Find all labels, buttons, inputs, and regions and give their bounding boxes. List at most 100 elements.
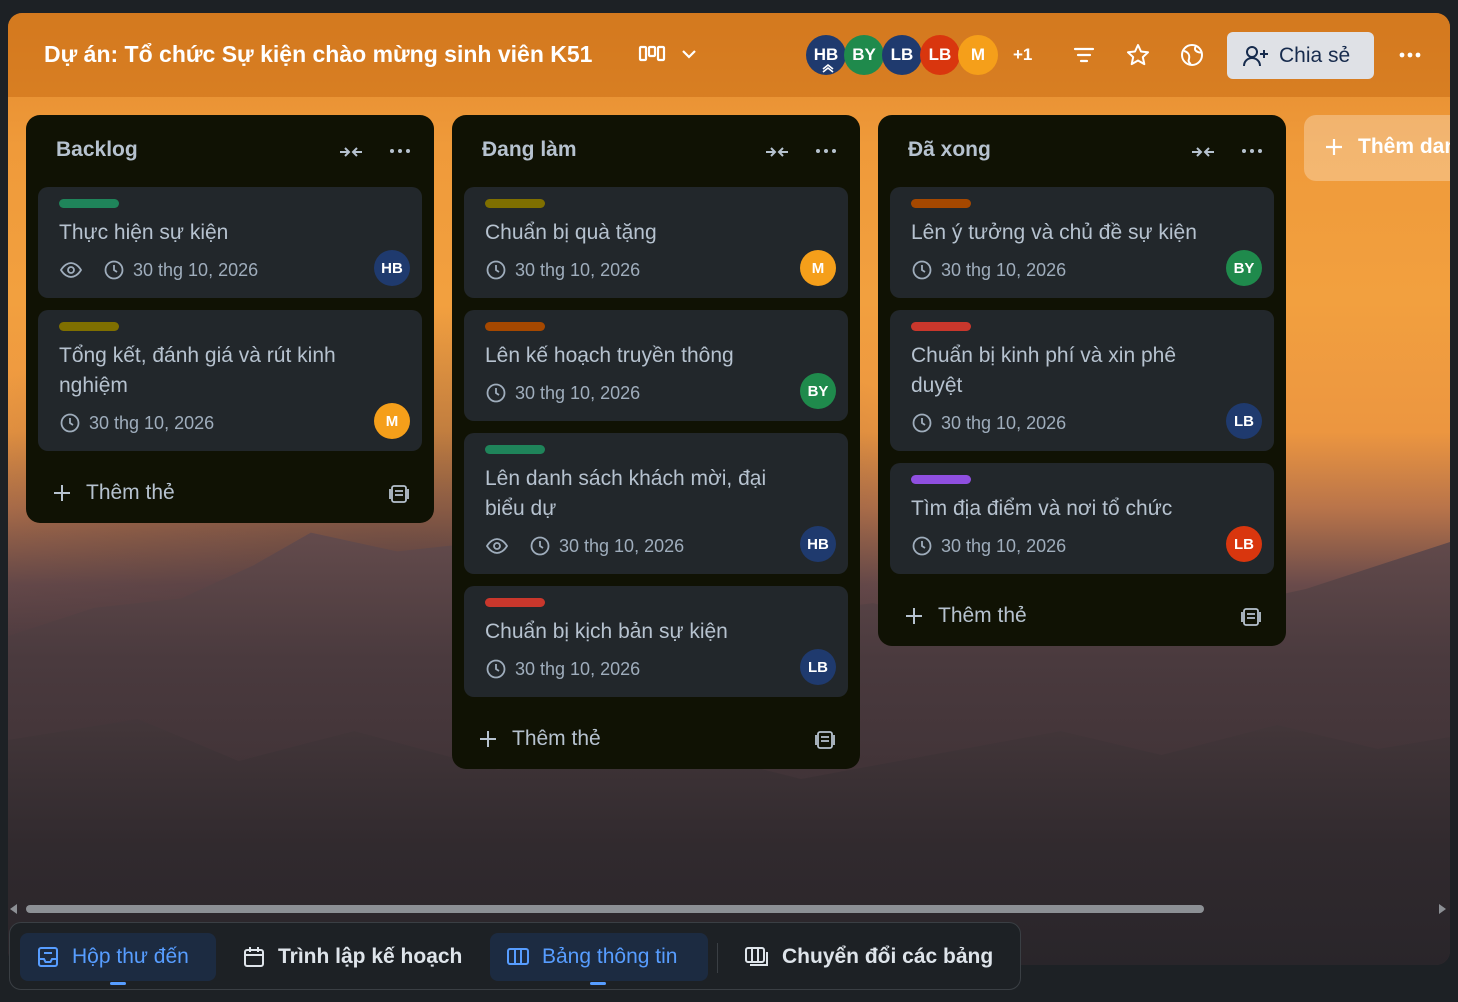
card-member-avatar[interactable]: M <box>374 403 410 439</box>
bottom-navigation: Hộp thư đến Trình lập kế hoạch Bảng thôn… <box>9 922 1021 990</box>
card-member-avatar[interactable]: HB <box>800 526 836 562</box>
collapse-icon[interactable] <box>1190 142 1216 162</box>
card-due-date[interactable]: 30 thg 10, 2026 <box>559 536 684 557</box>
card[interactable]: Thực hiện sự kiện 30 thg 10, 2026 HB <box>38 187 422 298</box>
card-due-date[interactable]: 30 thg 10, 2026 <box>515 659 640 680</box>
list-title[interactable]: Đã xong <box>908 138 991 162</box>
list-title[interactable]: Đang làm <box>482 138 577 162</box>
nav-switch-boards[interactable]: Chuyển đổi các bảng <box>728 933 998 981</box>
add-card-button[interactable]: Thêm thẻ <box>878 586 1286 646</box>
inbox-icon <box>38 947 58 967</box>
card-member-avatar[interactable]: BY <box>800 373 836 409</box>
switch-boards-icon <box>745 947 768 966</box>
add-list-button[interactable]: Thêm danh sách khác <box>1304 115 1450 181</box>
card-label[interactable] <box>485 322 545 331</box>
nav-board[interactable]: Bảng thông tin <box>490 933 708 985</box>
card[interactable]: Lên danh sách khách mời, đại biểu dự 30 t… <box>464 433 848 574</box>
card[interactable]: Lên ý tưởng và chủ đề sự kiện 30 thg 10, … <box>890 187 1274 298</box>
board-title[interactable]: Dự án: Tổ chức Sự kiện chào mừng sinh vi… <box>44 41 592 68</box>
star-icon[interactable] <box>1124 41 1152 69</box>
card[interactable]: Tìm địa điểm và nơi tổ chức 30 thg 10, 20… <box>890 463 1274 574</box>
card-due-date[interactable]: 30 thg 10, 2026 <box>941 413 1066 434</box>
card[interactable]: Tổng kết, đánh giá và rút kinh nghiệm 30 … <box>38 310 422 451</box>
clock-icon <box>104 260 124 280</box>
scroll-right-arrow[interactable] <box>1439 904 1446 914</box>
card-label[interactable] <box>485 445 545 454</box>
list-title[interactable]: Backlog <box>56 138 138 162</box>
add-card-button[interactable]: Thêm thẻ <box>26 463 434 523</box>
more-icon[interactable] <box>388 141 412 161</box>
card-badges: 30 thg 10, 2026 <box>485 655 828 683</box>
scrollbar-thumb[interactable] <box>26 905 1204 913</box>
card-badges: 30 thg 10, 2026 <box>485 379 828 407</box>
board-header: Dự án: Tổ chức Sự kiện chào mừng sinh vi… <box>8 13 1450 97</box>
more-members-count[interactable]: +1 <box>1013 45 1032 65</box>
list-column: Backlog Thực hiện sự kiện 30 thg 10, 2026 H… <box>26 115 434 523</box>
scroll-left-arrow[interactable] <box>10 904 17 914</box>
card-title: Chuẩn bị kịch bản sự kiện <box>485 620 728 643</box>
card-due-date[interactable]: 30 thg 10, 2026 <box>941 260 1066 281</box>
template-icon[interactable] <box>1240 606 1262 628</box>
card-badges: 30 thg 10, 2026 <box>911 256 1254 284</box>
card[interactable]: Lên kế hoạch truyền thông 30 thg 10, 2026… <box>464 310 848 421</box>
card-due-date[interactable]: 30 thg 10, 2026 <box>89 413 214 434</box>
nav-planner[interactable]: Trình lập kế hoạch <box>226 933 470 981</box>
card-label[interactable] <box>911 322 971 331</box>
collapse-icon[interactable] <box>338 142 364 162</box>
card-member-avatar[interactable]: LB <box>800 649 836 685</box>
template-icon[interactable] <box>814 729 836 751</box>
member-avatar[interactable]: LB <box>920 35 960 75</box>
card[interactable]: Chuẩn bị quà tặng 30 thg 10, 2026 M <box>464 187 848 298</box>
horizontal-scrollbar[interactable] <box>8 903 1450 915</box>
nav-board-label: Bảng thông tin <box>542 945 678 968</box>
plus-icon <box>54 485 70 501</box>
more-icon[interactable] <box>814 141 838 161</box>
card-label[interactable] <box>59 199 119 208</box>
globe-icon[interactable] <box>1178 41 1206 69</box>
more-icon[interactable] <box>1240 141 1264 161</box>
member-avatar[interactable]: LB <box>882 35 922 75</box>
member-initials: M <box>970 45 986 64</box>
member-avatars[interactable]: HB BY LB LB M <box>806 35 998 75</box>
card-due-date[interactable]: 30 thg 10, 2026 <box>133 260 258 281</box>
more-icon[interactable] <box>1396 41 1424 69</box>
card-label[interactable] <box>911 475 971 484</box>
card-title: Tìm địa điểm và nơi tổ chức <box>911 497 1173 520</box>
card-member-avatar[interactable]: BY <box>1226 250 1262 286</box>
card-title: Chuẩn bị kinh phí và xin phê duyệt <box>911 344 1177 397</box>
add-card-button[interactable]: Thêm thẻ <box>452 709 860 769</box>
card-member-avatar[interactable]: HB <box>374 250 410 286</box>
nav-planner-label: Trình lập kế hoạch <box>278 945 463 968</box>
chevron-down-icon[interactable] <box>678 43 700 65</box>
nav-inbox[interactable]: Hộp thư đến <box>20 933 216 985</box>
member-initials: LB <box>928 45 952 64</box>
nav-inbox-label: Hộp thư đến <box>72 945 189 968</box>
card-due-date[interactable]: 30 thg 10, 2026 <box>515 260 640 281</box>
card-member-avatar[interactable]: LB <box>1226 403 1262 439</box>
card[interactable]: Chuẩn bị kinh phí và xin phê duyệt 30 thg… <box>890 310 1274 451</box>
card[interactable]: Chuẩn bị kịch bản sự kiện 30 thg 10, 2026… <box>464 586 848 697</box>
card-title: Chuẩn bị quà tặng <box>485 221 657 244</box>
filter-icon[interactable] <box>1070 41 1098 69</box>
clock-icon <box>486 383 506 403</box>
card-label[interactable] <box>911 199 971 208</box>
card-label[interactable] <box>485 199 545 208</box>
add-card-label: Thêm thẻ <box>512 727 601 750</box>
card-member-avatar[interactable]: M <box>800 250 836 286</box>
member-avatar[interactable]: HB <box>806 35 846 75</box>
card-due-date[interactable]: 30 thg 10, 2026 <box>515 383 640 404</box>
board-view-icon[interactable] <box>638 43 666 65</box>
card-due-date[interactable]: 30 thg 10, 2026 <box>941 536 1066 557</box>
template-icon[interactable] <box>388 483 410 505</box>
share-button[interactable]: Chia sẻ <box>1227 32 1374 79</box>
nav-switch-label: Chuyển đổi các bảng <box>782 945 994 968</box>
member-avatar[interactable]: BY <box>844 35 884 75</box>
card-badges: 30 thg 10, 2026 <box>59 409 402 437</box>
member-initials: LB <box>890 45 914 64</box>
card-label[interactable] <box>59 322 119 331</box>
card-member-avatar[interactable]: LB <box>1226 526 1262 562</box>
member-avatar[interactable]: M <box>958 35 998 75</box>
card-title: Tổng kết, đánh giá và rút kinh nghiệm <box>59 344 336 397</box>
card-label[interactable] <box>485 598 545 607</box>
collapse-icon[interactable] <box>764 142 790 162</box>
